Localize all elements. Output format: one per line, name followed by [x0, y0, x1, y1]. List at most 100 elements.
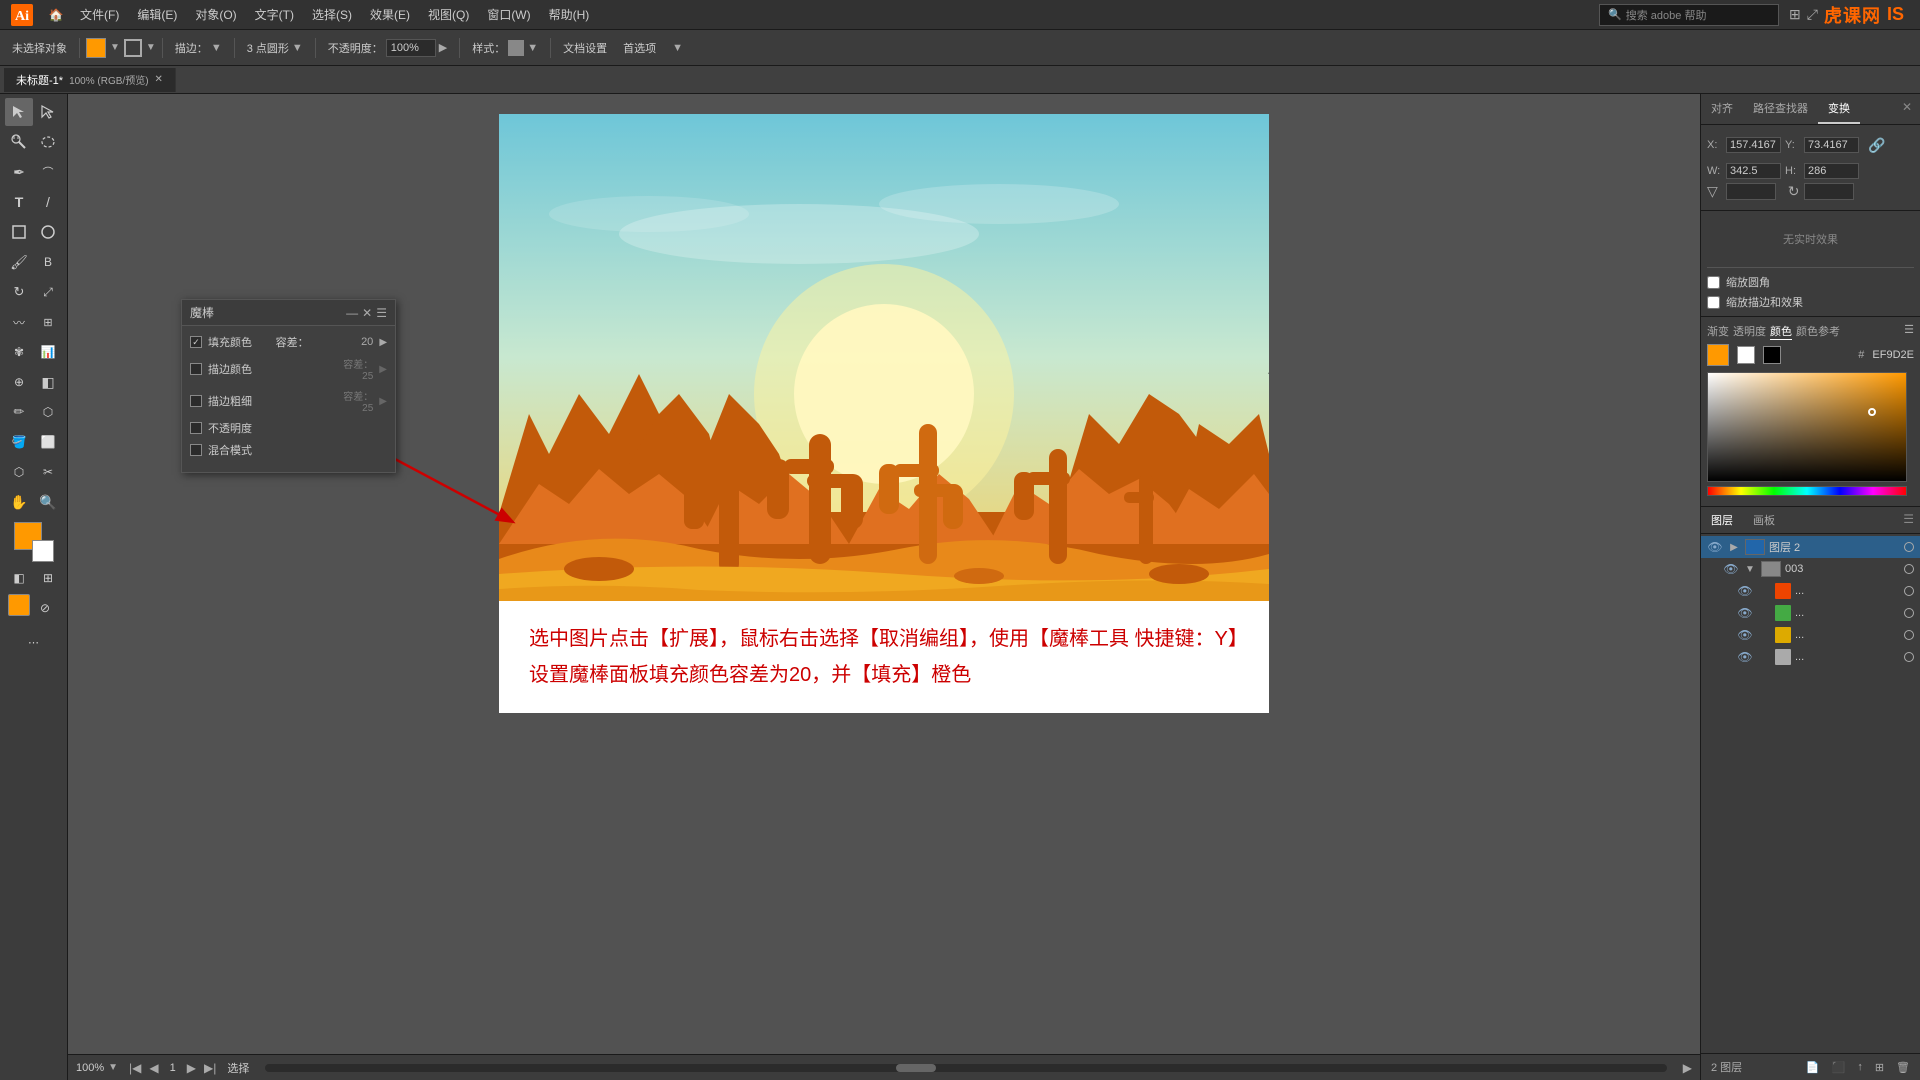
brush-size-selector[interactable]: 3 点圆形 ▼: [241, 38, 309, 58]
opacity-control[interactable]: 不透明度： ▶: [322, 37, 453, 59]
direct-select-tool[interactable]: [34, 98, 62, 126]
magic-panel-minimize[interactable]: —: [346, 306, 358, 320]
skew-input[interactable]: [1726, 183, 1776, 200]
layer-green-item[interactable]: 👁 ...: [1701, 602, 1920, 624]
view-mode[interactable]: ⊞: [34, 564, 62, 592]
layer-003-item[interactable]: 👁 ▼ 003: [1701, 558, 1920, 580]
layer-green-visibility[interactable]: 👁: [1737, 605, 1753, 621]
opacity-checkbox[interactable]: [190, 422, 202, 434]
style-control[interactable]: 样式： ▼: [466, 38, 544, 58]
active-color-swatch[interactable]: [1707, 344, 1729, 366]
scrollbar-thumb[interactable]: [896, 1064, 936, 1072]
layer-gray-visibility[interactable]: 👁: [1737, 649, 1753, 665]
opacity-input[interactable]: [386, 39, 436, 57]
hand-tool[interactable]: ✋: [5, 488, 33, 516]
layer-003-visibility[interactable]: 👁: [1723, 561, 1739, 577]
fill-color-swatch[interactable]: [86, 38, 106, 58]
first-page-btn[interactable]: |◀: [126, 1061, 144, 1075]
curvature-tool[interactable]: ⌒: [34, 158, 62, 186]
edit-toolbar[interactable]: ⋯: [20, 628, 48, 656]
gradient-tab[interactable]: 渐变: [1707, 323, 1729, 340]
color-gradient-picker[interactable]: [1707, 372, 1907, 482]
none-mode[interactable]: ⊘: [31, 594, 59, 622]
fill-mode[interactable]: [8, 594, 30, 616]
rect-tool[interactable]: [5, 218, 33, 246]
stroke-width-expand[interactable]: ▶: [379, 396, 387, 407]
layer-2-expand[interactable]: ▶: [1727, 540, 1741, 554]
artboard-tool[interactable]: ⬜: [34, 428, 62, 456]
layer-2-circle[interactable]: [1904, 542, 1914, 552]
next-page-btn[interactable]: ▶: [184, 1061, 199, 1075]
magic-panel-menu[interactable]: ☰: [376, 306, 387, 320]
align-tab[interactable]: 对齐: [1701, 94, 1743, 124]
x-input[interactable]: [1726, 137, 1781, 153]
layer-2-visibility[interactable]: 👁: [1707, 539, 1723, 555]
mesh-tool[interactable]: ⊕: [5, 368, 33, 396]
line-tool[interactable]: /: [34, 188, 62, 216]
layer-red-visibility[interactable]: 👁: [1737, 583, 1753, 599]
artboard-tab[interactable]: 画板: [1743, 507, 1785, 533]
lasso-tool[interactable]: [34, 128, 62, 156]
blob-brush-tool[interactable]: B: [34, 248, 62, 276]
scale-tool[interactable]: ⤢: [34, 278, 62, 306]
horizontal-scrollbar[interactable]: [265, 1064, 1666, 1072]
zoom-tool[interactable]: 🔍: [34, 488, 62, 516]
scroll-right-icon[interactable]: ▶: [1683, 1061, 1692, 1075]
magic-panel-close[interactable]: ✕: [362, 306, 372, 320]
right-panel-close[interactable]: ✕: [1894, 94, 1920, 124]
menu-object[interactable]: 对象(O): [187, 2, 244, 27]
artwork-canvas[interactable]: [499, 114, 1269, 601]
menu-edit[interactable]: 编辑(E): [129, 2, 185, 27]
layer-red-item[interactable]: 👁 ...: [1701, 580, 1920, 602]
make-sublayer-btn[interactable]: ⬛: [1828, 1059, 1850, 1076]
color-tab[interactable]: 颜色: [1770, 323, 1792, 340]
menu-window[interactable]: 窗口(W): [479, 2, 538, 27]
column-graph-tool[interactable]: 📊: [34, 338, 62, 366]
home-button[interactable]: 🏠: [42, 1, 70, 29]
transparency-tab[interactable]: 透明度: [1733, 323, 1766, 340]
y-input[interactable]: [1804, 137, 1859, 153]
select-tool[interactable]: [5, 98, 33, 126]
doc-settings-button[interactable]: 文档设置: [557, 38, 613, 58]
fill-color-checkbox[interactable]: ✓: [190, 336, 202, 348]
live-paint-tool[interactable]: 🪣: [5, 428, 33, 456]
menu-help[interactable]: 帮助(H): [541, 2, 598, 27]
stroke-width-checkbox[interactable]: [190, 395, 202, 407]
black-swatch[interactable]: [1763, 346, 1781, 364]
scale-strokes-checkbox[interactable]: [1707, 296, 1720, 309]
layer-003-expand[interactable]: ▼: [1743, 562, 1757, 576]
pen-tool[interactable]: ✒: [5, 158, 33, 186]
perspective-tool[interactable]: ⬡: [5, 458, 33, 486]
search-bar[interactable]: 🔍 搜索 adobe 帮助: [1599, 4, 1779, 26]
layer-green-circle[interactable]: [1904, 608, 1914, 618]
screen-mode[interactable]: ◧: [5, 564, 33, 592]
stroke-color-expand[interactable]: ▶: [379, 364, 387, 375]
layers-menu[interactable]: ☰: [1897, 507, 1920, 533]
delete-layer-btn[interactable]: 🗑: [1892, 1059, 1914, 1076]
blend-mode-checkbox[interactable]: [190, 444, 202, 456]
menu-effect[interactable]: 效果(E): [362, 2, 418, 27]
gradient-tool[interactable]: ◧: [34, 368, 62, 396]
free-transform-tool[interactable]: ⊞: [34, 308, 62, 336]
transform-tab[interactable]: 变换: [1818, 94, 1860, 124]
rotate-input[interactable]: [1804, 183, 1854, 200]
make-layer-btn[interactable]: 📄: [1802, 1059, 1824, 1076]
panel-menu-icon[interactable]: ☰: [1904, 323, 1914, 340]
w-input[interactable]: [1726, 163, 1781, 179]
color-reference-tab[interactable]: 颜色参考: [1796, 323, 1840, 340]
layer-gray-item[interactable]: 👁 ...: [1701, 646, 1920, 668]
blend-tool[interactable]: ⬡: [34, 398, 62, 426]
scale-corners-checkbox[interactable]: [1707, 276, 1720, 289]
symbol-spray-tool[interactable]: ✾: [5, 338, 33, 366]
tab-close-icon[interactable]: ✕: [155, 74, 163, 85]
layer-2-item[interactable]: 👁 ▶ 图层 2: [1701, 536, 1920, 558]
layer-yellow-visibility[interactable]: 👁: [1737, 627, 1753, 643]
paintbrush-tool[interactable]: 🖌: [5, 248, 33, 276]
link-icon[interactable]: 🔗: [1863, 131, 1891, 159]
preferences-button[interactable]: 首选项: [617, 38, 662, 58]
tolerance-expand[interactable]: ▶: [379, 337, 387, 348]
color-selector[interactable]: [14, 522, 54, 562]
layer-003-circle[interactable]: [1904, 564, 1914, 574]
magic-wand-tool[interactable]: [5, 128, 33, 156]
rotate-tool[interactable]: ↻: [5, 278, 33, 306]
